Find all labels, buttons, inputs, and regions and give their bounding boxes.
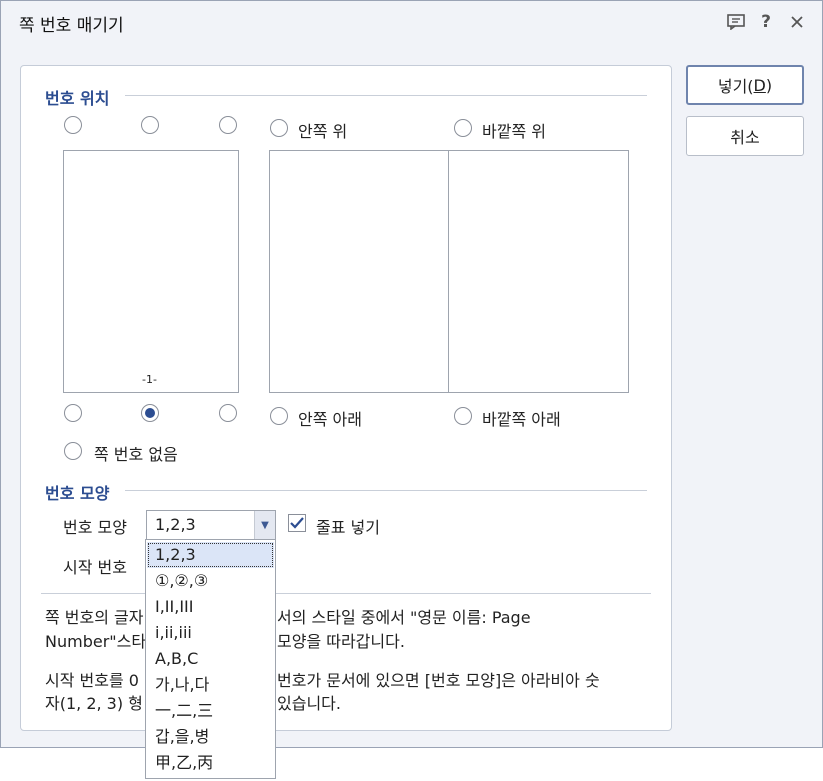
outer-bottom-label: 바깥쪽 아래 [482, 410, 561, 429]
facing-page-left-preview [269, 150, 449, 393]
insert-button[interactable]: 넣기(D) [686, 65, 804, 105]
hint-line-4a: 자(1, 2, 3) 형 [45, 694, 143, 713]
radio-no-number[interactable] [64, 442, 82, 460]
outer-top-label: 바깥쪽 위 [482, 122, 546, 141]
dropdown-option[interactable]: 가,나,다 [147, 672, 274, 698]
dropdown-option[interactable]: i,ii,iii [147, 620, 274, 646]
insert-label-prefix: 넣기( [717, 77, 754, 96]
dropdown-option[interactable]: 갑,을,병 [147, 724, 274, 750]
punctuation-label: 줄표 넣기 [316, 518, 380, 537]
page-numbering-dialog: 쪽 번호 매기기 ? 넣기(D) 취소 번호 위치 -1- 안쪽 위 바깥쪽 위… [0, 0, 823, 748]
inner-top-label: 안쪽 위 [298, 122, 348, 141]
position-section-divider [125, 95, 647, 96]
radio-top-right[interactable] [219, 116, 237, 134]
hint-line-2b: 모양을 따라갑니다. [277, 632, 405, 651]
page-preview-number: -1- [142, 373, 157, 386]
chevron-down-icon[interactable]: ▼ [254, 511, 275, 539]
radio-inner-top[interactable] [270, 119, 288, 137]
radio-bottom-center[interactable] [141, 404, 159, 422]
hint-line-1a: 쪽 번호의 글자 [45, 608, 144, 627]
number-shape-dropdown: 1,2,3 ①,②,③ I,II,III i,ii,iii A,B,C 가,나,… [145, 539, 276, 779]
inner-bottom-label: 안쪽 아래 [298, 410, 362, 429]
close-icon[interactable] [786, 11, 808, 33]
hint-divider [41, 593, 651, 594]
format-section-divider [125, 490, 647, 491]
dialog-title: 쪽 번호 매기기 [19, 16, 124, 36]
no-number-label: 쪽 번호 없음 [94, 445, 178, 464]
radio-top-left[interactable] [64, 116, 82, 134]
check-icon [290, 517, 304, 529]
dropdown-option[interactable]: ①,②,③ [147, 568, 274, 594]
position-section-title: 번호 위치 [45, 89, 110, 108]
comment-icon[interactable] [725, 11, 747, 33]
facing-page-right-preview [448, 150, 629, 393]
cancel-button[interactable]: 취소 [686, 116, 804, 156]
hint-line-3a: 시작 번호를 0 [45, 671, 139, 690]
title-bar: 쪽 번호 매기기 ? [1, 1, 822, 45]
format-section-title: 번호 모양 [45, 484, 110, 503]
number-shape-value: 1,2,3 [155, 515, 196, 534]
insert-mnemonic: D [753, 75, 766, 95]
dropdown-option[interactable]: 甲,乙,丙 [147, 750, 274, 776]
dropdown-option[interactable]: 1,2,3 [147, 542, 274, 568]
hint-line-1b: 서의 스타일 중에서 "영문 이름: Page [277, 608, 531, 627]
insert-label-suffix: ) [765, 75, 773, 95]
dropdown-option[interactable]: A,B,C [147, 646, 274, 672]
radio-outer-bottom[interactable] [454, 407, 472, 425]
punctuation-checkbox[interactable] [288, 514, 306, 532]
dropdown-option[interactable]: 一,二,三 [147, 698, 274, 724]
start-number-label: 시작 번호 [63, 558, 127, 577]
shape-label: 번호 모양 [63, 518, 127, 537]
radio-inner-bottom[interactable] [270, 407, 288, 425]
dropdown-option[interactable]: I,II,III [147, 594, 274, 620]
radio-outer-top[interactable] [454, 119, 472, 137]
hint-line-2a: Number"스타 [45, 632, 147, 651]
hint-line-4b: 있습니다. [277, 694, 341, 713]
radio-bottom-right[interactable] [219, 404, 237, 422]
radio-bottom-left[interactable] [64, 404, 82, 422]
hint-line-3b: 번호가 문서에 있으면 [번호 모양]은 아라비아 숫 [277, 671, 600, 690]
radio-top-center[interactable] [141, 116, 159, 134]
help-icon[interactable]: ? [755, 11, 777, 33]
single-page-preview: -1- [63, 150, 239, 393]
number-shape-select[interactable]: 1,2,3 ▼ [146, 510, 276, 540]
